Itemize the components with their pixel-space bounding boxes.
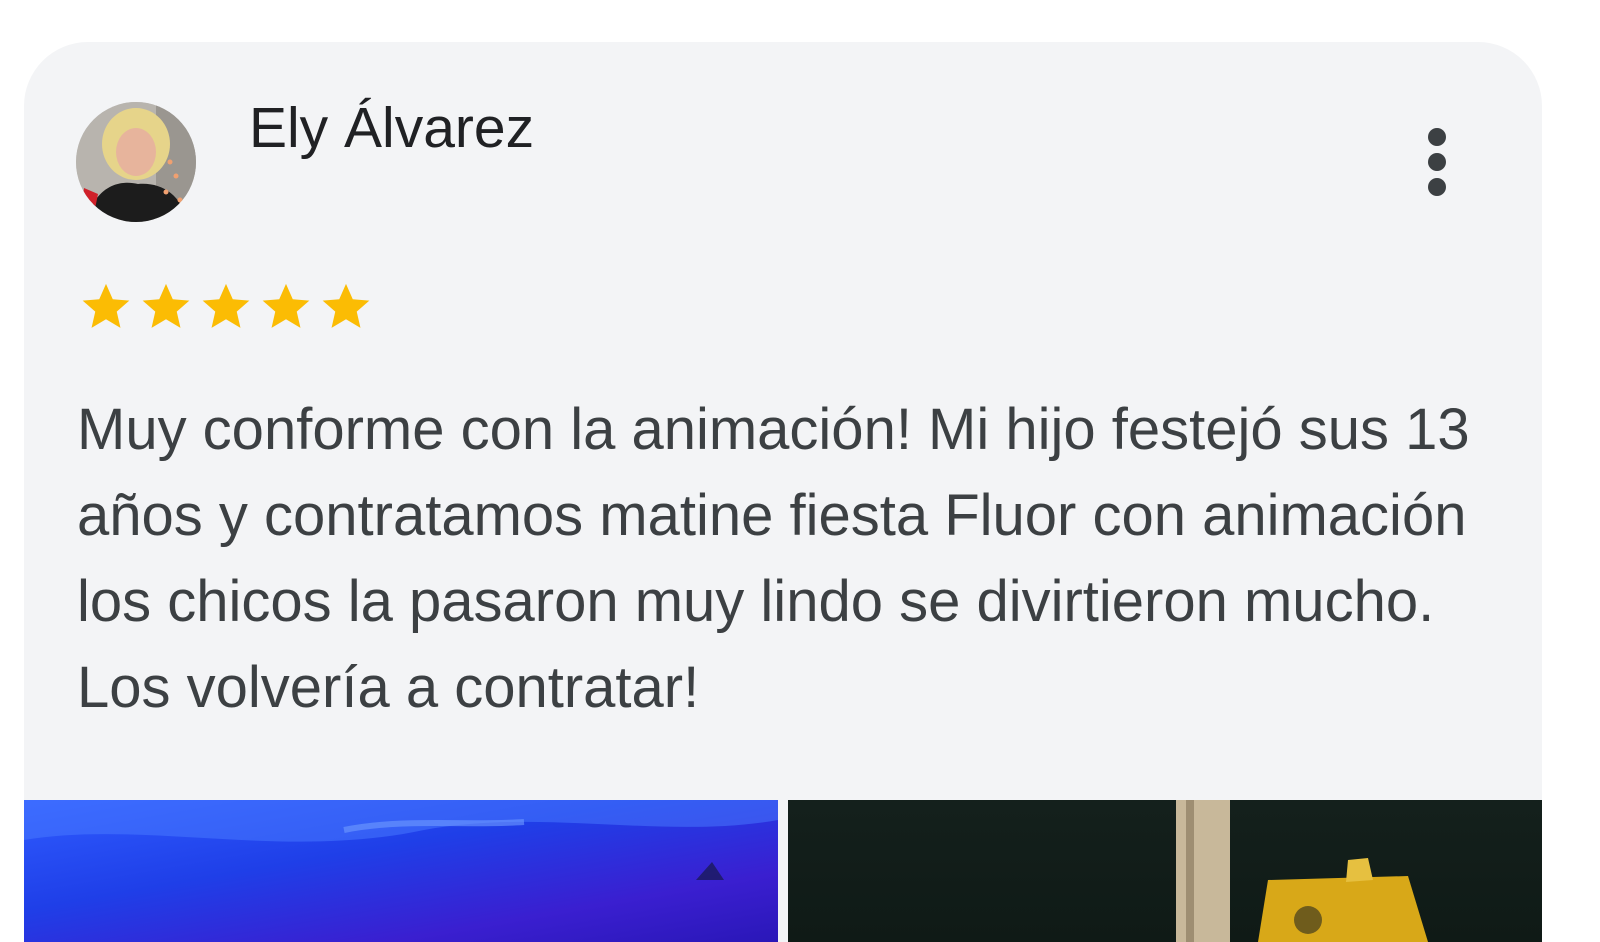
- star-icon: [262, 283, 310, 328]
- star-rating: [76, 278, 376, 334]
- more-vert-icon-dot: [1428, 178, 1446, 196]
- star-icon: [202, 283, 250, 328]
- review-author-name[interactable]: Ely Álvarez: [249, 94, 534, 162]
- star-icon: [82, 283, 130, 328]
- review-text: Muy conforme con la animación! Mi hijo f…: [77, 397, 1470, 720]
- review-photo[interactable]: [24, 800, 778, 942]
- avatar[interactable]: [76, 102, 196, 222]
- more-vert-icon-dot: [1428, 128, 1446, 146]
- star-icon: [322, 283, 370, 328]
- review-card: Ely Álvarez Muy conforme con la animació…: [24, 42, 1542, 942]
- more-options-button[interactable]: [1408, 122, 1464, 202]
- review-photo[interactable]: [788, 800, 1542, 942]
- more-vert-icon-dot: [1428, 153, 1446, 171]
- star-icon: [142, 283, 190, 328]
